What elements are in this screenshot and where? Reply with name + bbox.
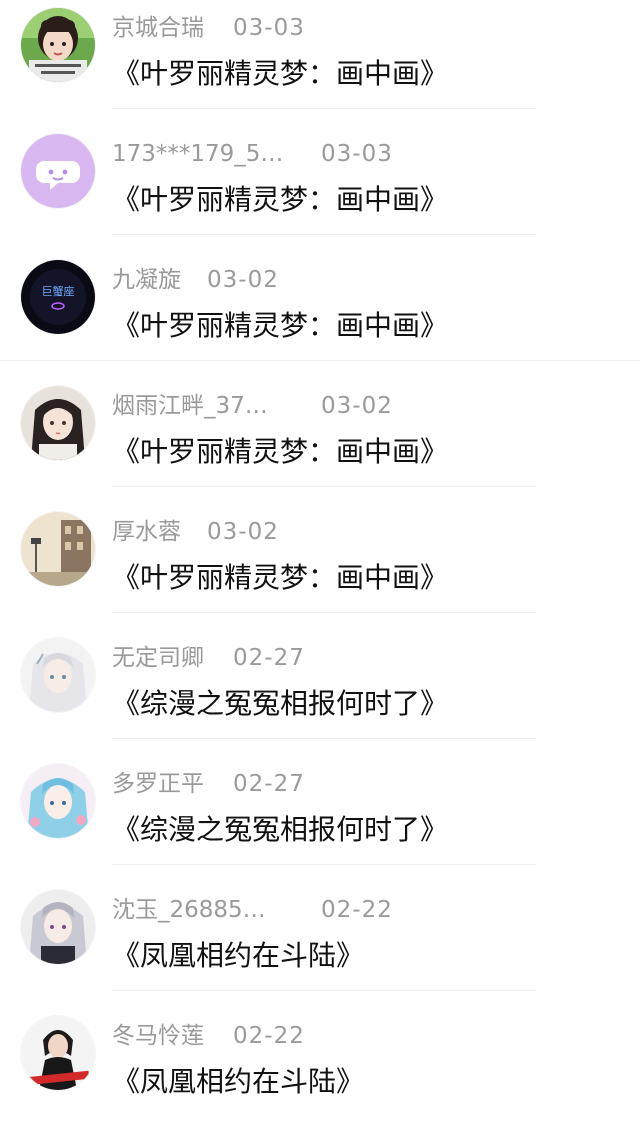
avatar[interactable]	[21, 1016, 95, 1090]
list-item[interactable]: 巨蟹座 九凝旋 03-02 《叶罗丽精灵梦：画中画》	[0, 260, 640, 386]
divider	[112, 108, 536, 109]
divider	[112, 990, 536, 991]
comment-date: 02-22	[321, 897, 393, 923]
username[interactable]: 京城合瑞	[112, 11, 204, 45]
book-title[interactable]: 《凤凰相约在斗陆》	[112, 1061, 364, 1103]
divider	[112, 738, 536, 739]
comment-date: 03-02	[207, 267, 279, 293]
list-item[interactable]: 厚水蓉 03-02 《叶罗丽精灵梦：画中画》	[0, 512, 640, 638]
book-title[interactable]: 《叶罗丽精灵梦：画中画》	[112, 53, 448, 95]
book-title[interactable]: 《叶罗丽精灵梦：画中画》	[112, 305, 448, 347]
divider	[112, 234, 536, 235]
username[interactable]: 沈玉_26885…	[112, 893, 266, 927]
anime-silver-hair-avatar-icon	[21, 890, 95, 964]
list-item[interactable]: 京城合瑞 03-03 《叶罗丽精灵梦：画中画》	[0, 8, 640, 134]
list-item[interactable]: 173***179_5… 03-03 《叶罗丽精灵梦：画中画》	[0, 134, 640, 260]
list-item[interactable]: 冬马怜莲 02-22 《凤凰相约在斗陆》	[0, 1016, 640, 1142]
username[interactable]: 厚水蓉	[112, 515, 181, 549]
avatar-text: 巨蟹座	[42, 284, 75, 298]
comment-date: 03-02	[207, 519, 279, 545]
list-item[interactable]: 烟雨江畔_37… 03-02 《叶罗丽精灵梦：画中画》	[0, 386, 640, 512]
street-photo-avatar-icon	[21, 512, 95, 586]
list-item[interactable]: 沈玉_26885… 02-22 《凤凰相约在斗陆》	[0, 890, 640, 1016]
avatar[interactable]	[21, 134, 95, 208]
username[interactable]: 无定司卿	[112, 641, 204, 675]
girl-photo-avatar-icon	[21, 8, 95, 82]
avatar[interactable]	[21, 386, 95, 460]
avatar[interactable]	[21, 764, 95, 838]
woman-photo-avatar-icon	[21, 1016, 95, 1090]
divider	[0, 360, 640, 361]
username[interactable]: 173***179_5…	[112, 137, 283, 171]
username[interactable]: 烟雨江畔_37…	[112, 389, 268, 423]
list-item[interactable]: 多罗正平 02-27 《综漫之冤冤相报何时了》	[0, 764, 640, 890]
avatar[interactable]	[21, 512, 95, 586]
username[interactable]: 多罗正平	[112, 767, 204, 801]
dark-logo-avatar-icon: 巨蟹座	[21, 260, 95, 334]
avatar[interactable]	[21, 890, 95, 964]
book-title[interactable]: 《综漫之冤冤相报何时了》	[112, 683, 448, 725]
book-title[interactable]: 《叶罗丽精灵梦：画中画》	[112, 431, 448, 473]
comment-date: 02-27	[233, 771, 305, 797]
comment-date: 02-22	[233, 1023, 305, 1049]
avatar[interactable]: 巨蟹座	[21, 260, 95, 334]
book-title[interactable]: 《凤凰相约在斗陆》	[112, 935, 364, 977]
book-title[interactable]: 《综漫之冤冤相报何时了》	[112, 809, 448, 851]
comment-date: 02-27	[233, 645, 305, 671]
reader-list: 京城合瑞 03-03 《叶罗丽精灵梦：画中画》 173***179_5… 03-…	[0, 0, 640, 1113]
book-title[interactable]: 《叶罗丽精灵梦：画中画》	[112, 557, 448, 599]
divider	[112, 486, 536, 487]
anime-white-hair-avatar-icon	[21, 638, 95, 712]
comment-date: 03-03	[321, 141, 393, 167]
book-title[interactable]: 《叶罗丽精灵梦：画中画》	[112, 179, 448, 221]
default-chat-avatar-icon	[21, 134, 95, 208]
avatar[interactable]	[21, 638, 95, 712]
divider	[112, 864, 536, 865]
list-item[interactable]: 无定司卿 02-27 《综漫之冤冤相报何时了》	[0, 638, 640, 764]
anime-girl-avatar-icon	[21, 386, 95, 460]
divider	[112, 612, 536, 613]
username[interactable]: 九凝旋	[112, 263, 181, 297]
avatar[interactable]	[21, 8, 95, 82]
comment-date: 03-02	[321, 393, 393, 419]
username[interactable]: 冬马怜莲	[112, 1019, 204, 1053]
anime-blue-hair-avatar-icon	[21, 764, 95, 838]
comment-date: 03-03	[233, 15, 305, 41]
